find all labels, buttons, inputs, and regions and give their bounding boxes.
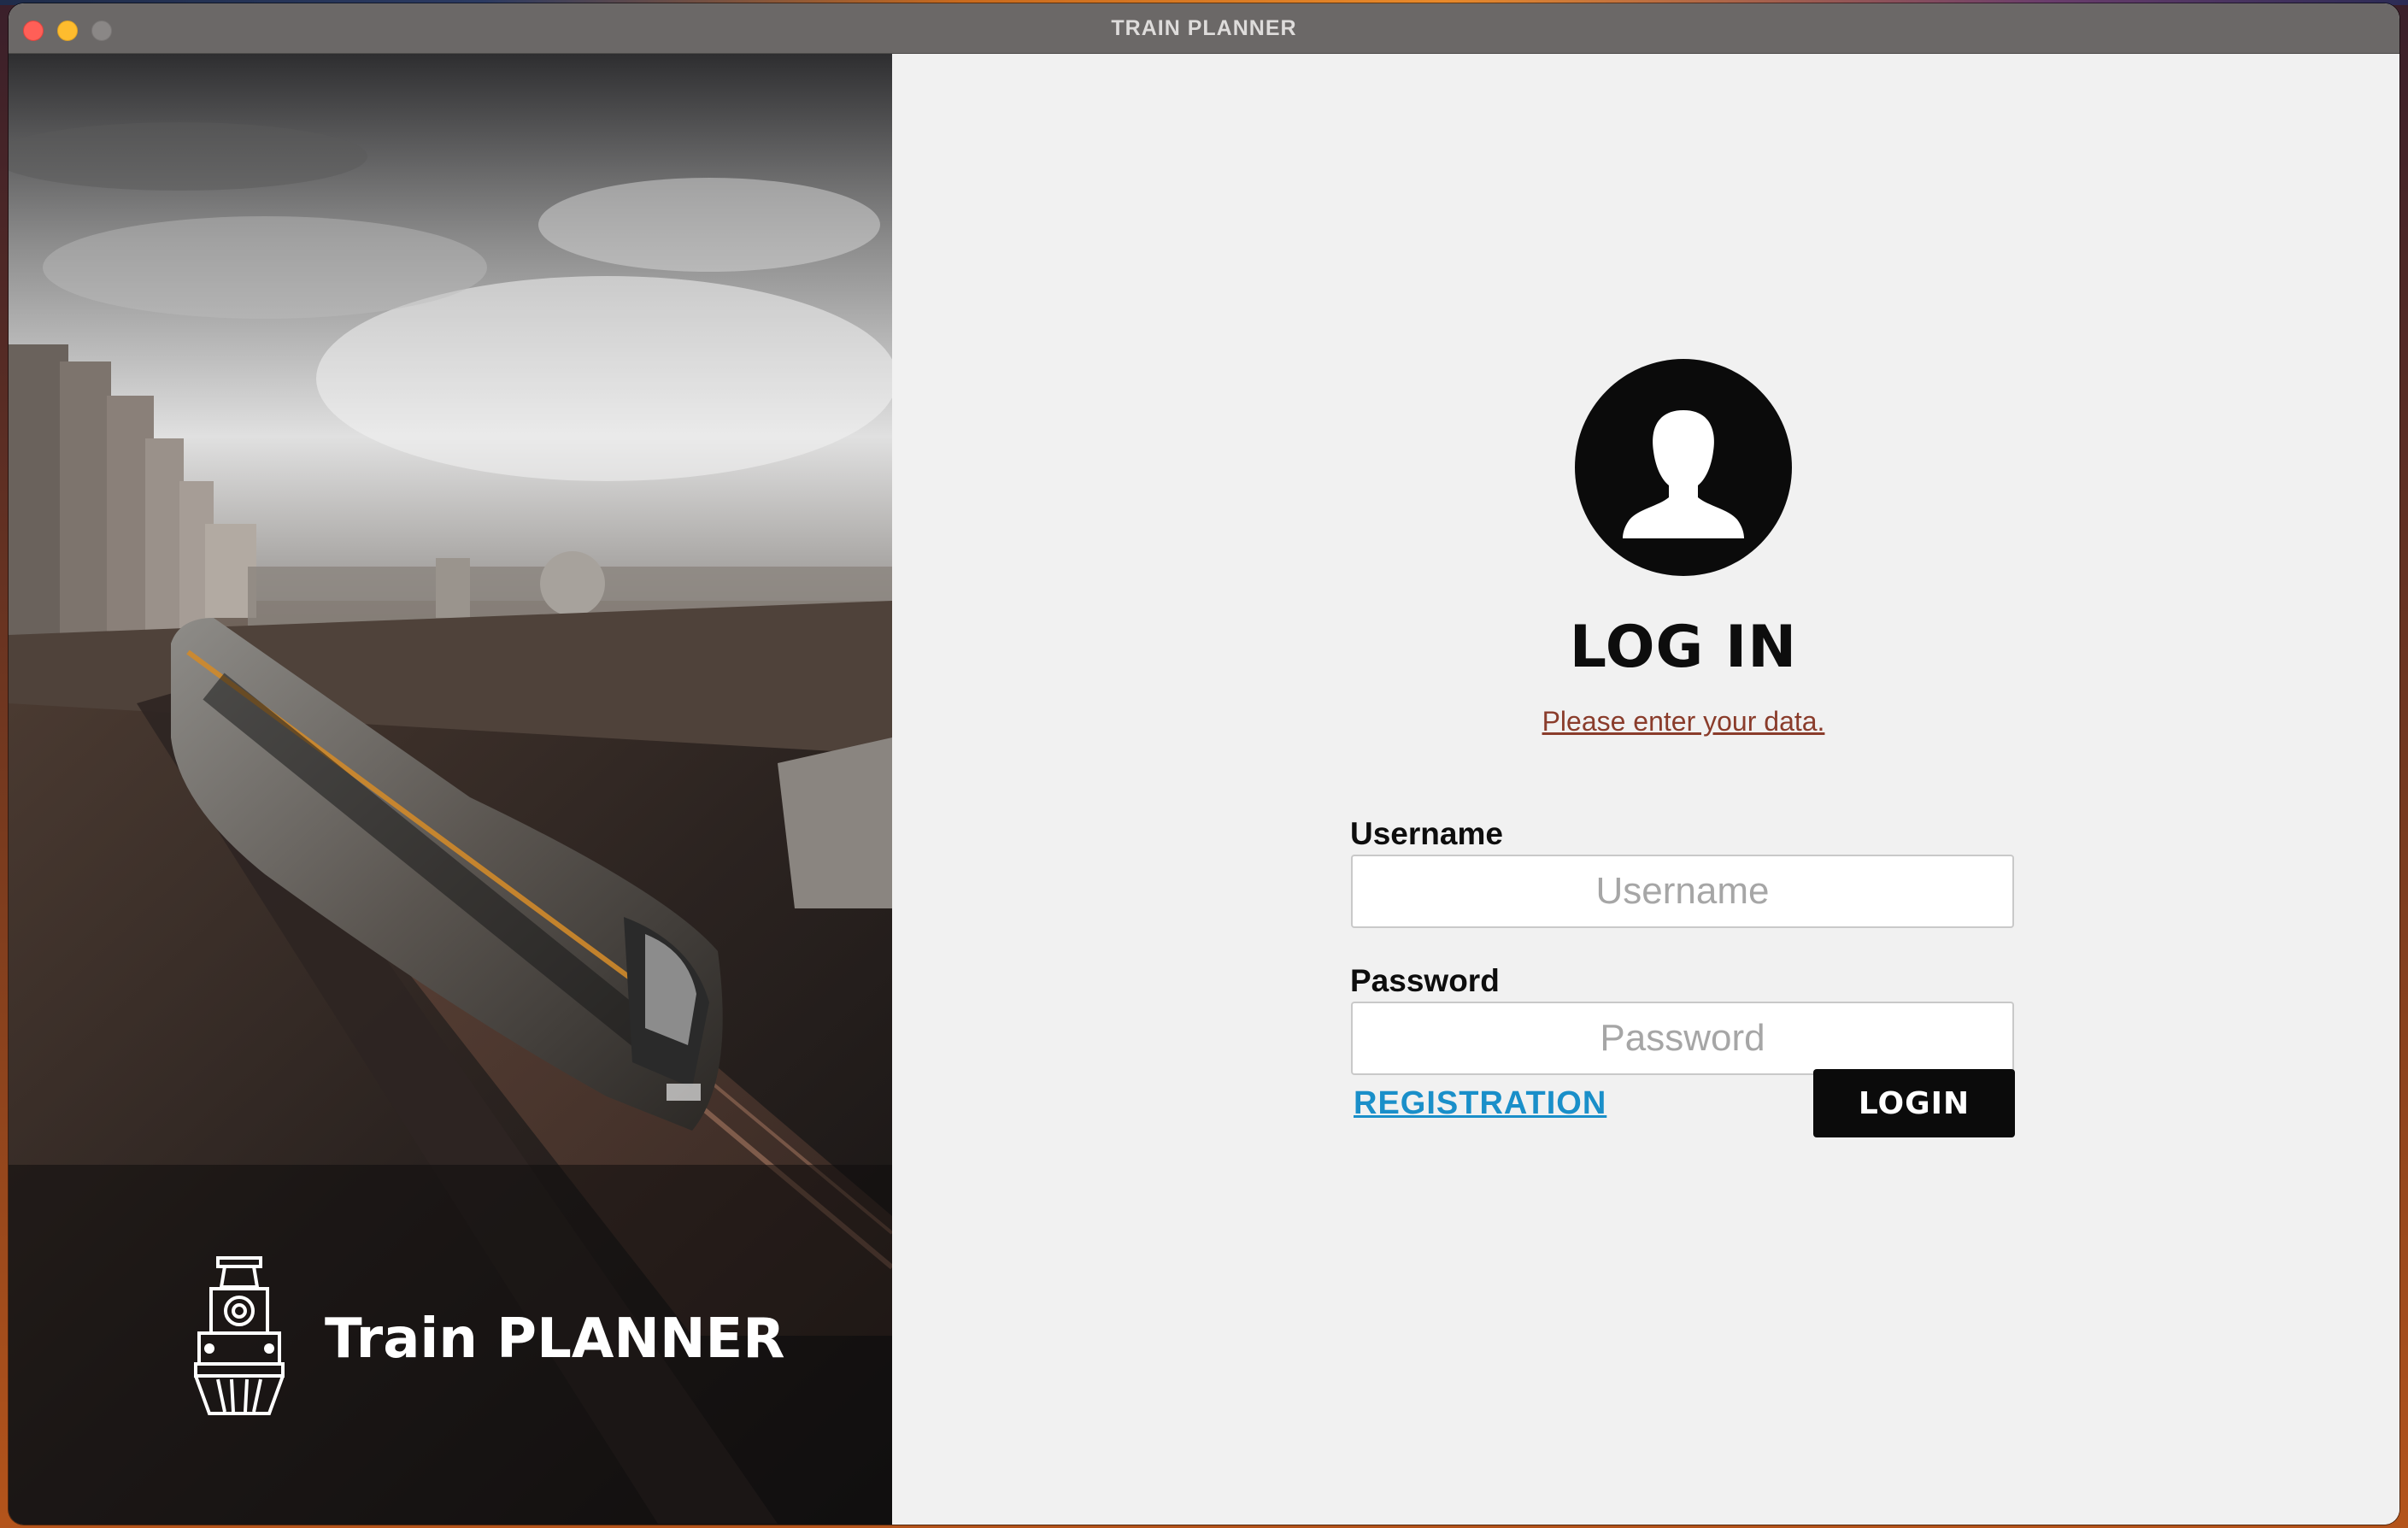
brand-logo: Train PLANNER — [192, 1255, 790, 1417]
title-bar[interactable]: TRAIN PLANNER — [9, 3, 2399, 54]
password-label: Password — [1350, 963, 1500, 998]
username-input[interactable] — [1351, 855, 2014, 928]
brand-name: Train PLANNER — [325, 1308, 785, 1371]
login-instructions: Please enter your data. — [1542, 706, 1825, 737]
username-label: Username — [1350, 816, 1503, 851]
login-heading: LOG IN — [1569, 614, 1798, 681]
app-window: TRAIN PLANNER Train PLANNER LOG IN Pleas… — [9, 3, 2399, 1525]
hero-image-panel: Train PLANNER — [9, 54, 892, 1525]
window-title: TRAIN PLANNER — [1111, 16, 1297, 40]
registration-link[interactable]: REGISTRATION — [1354, 1085, 1606, 1122]
login-button[interactable]: LOGIN — [1813, 1069, 2015, 1137]
login-panel: LOG IN Please enter your data. Username … — [892, 54, 2399, 1525]
locomotive-icon — [194, 1256, 285, 1415]
user-avatar-icon — [1575, 359, 1792, 576]
password-input[interactable] — [1351, 1002, 2014, 1075]
